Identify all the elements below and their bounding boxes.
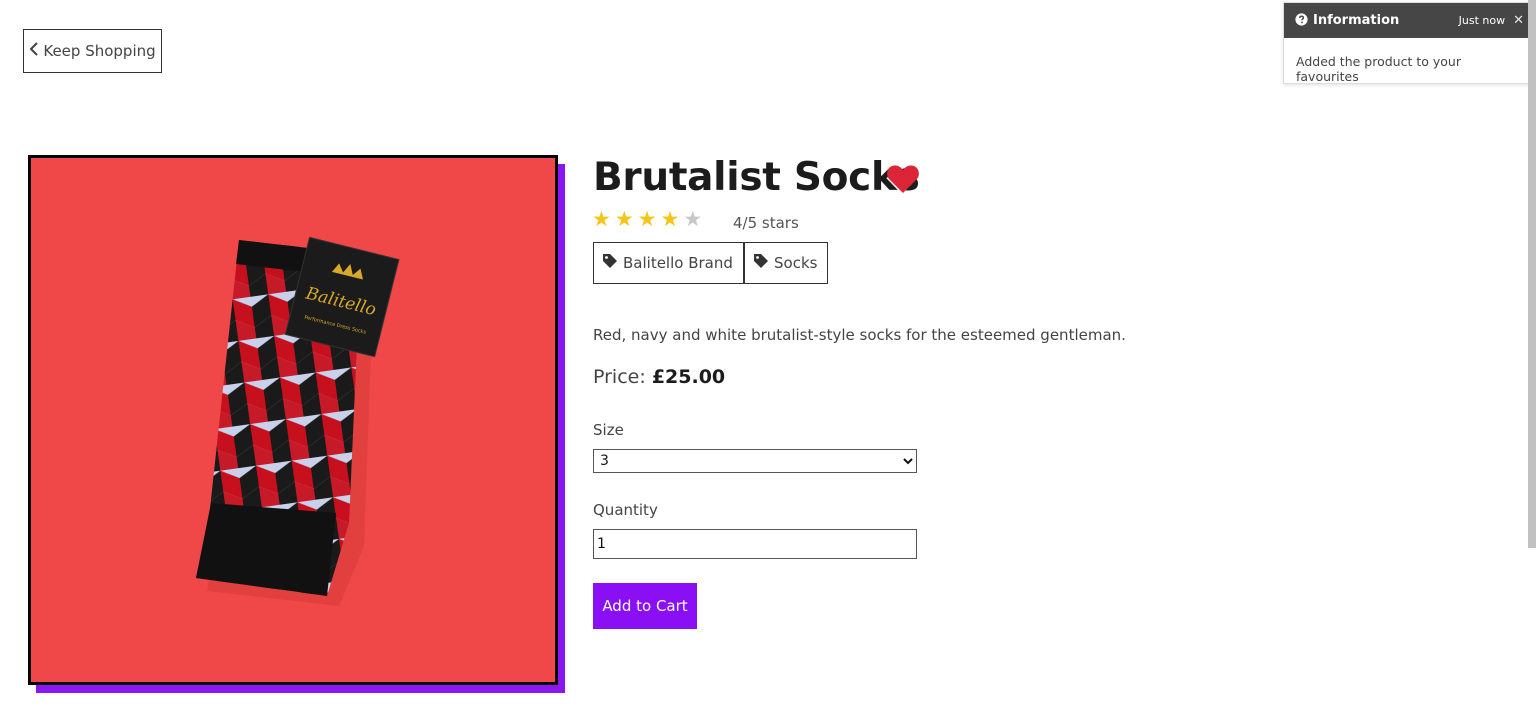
close-icon[interactable]: ✕	[1513, 13, 1524, 28]
scrollbar[interactable]	[1528, 0, 1536, 548]
size-select[interactable]: 3	[593, 449, 917, 473]
rating-text: 4/5 stars	[733, 214, 799, 232]
rating-stars: ★ ★ ★ ★ ★	[592, 207, 702, 231]
toast-title: Information	[1313, 13, 1400, 28]
keep-shopping-label: Keep Shopping	[43, 42, 156, 60]
tag-icon	[602, 253, 618, 273]
star-empty-icon: ★	[683, 207, 703, 231]
keep-shopping-button[interactable]: Keep Shopping	[23, 29, 162, 73]
size-label: Size	[593, 421, 624, 439]
tag-brand[interactable]: Balitello Brand	[593, 242, 744, 284]
tag-category[interactable]: Socks	[744, 242, 829, 284]
tag-icon	[753, 253, 769, 273]
toast-message: Added the product to your favourites	[1296, 54, 1461, 84]
favourite-heart-icon[interactable]	[886, 163, 920, 194]
tag-label: Balitello Brand	[623, 254, 733, 272]
price-label: Price:	[593, 366, 646, 388]
product-price: Price: £25.00	[593, 366, 725, 388]
question-circle-icon	[1295, 11, 1308, 30]
toast-time: Just now	[1458, 14, 1506, 27]
chevron-left-icon	[29, 42, 39, 60]
star-filled-icon: ★	[660, 207, 680, 231]
quantity-input[interactable]	[593, 529, 917, 559]
tag-label: Socks	[774, 254, 818, 272]
toast-header: Information Just now ✕	[1284, 3, 1534, 38]
product-title: Brutalist Socks	[593, 155, 920, 200]
product-image: Balitello Performance Dress Socks	[28, 155, 558, 685]
product-description: Red, navy and white brutalist-style sock…	[593, 326, 1126, 344]
price-value: £25.00	[651, 366, 726, 388]
star-filled-icon: ★	[614, 207, 634, 231]
add-to-cart-button[interactable]: Add to Cart	[593, 583, 697, 629]
favourite-toast: Information Just now ✕ Added the product…	[1283, 2, 1535, 84]
quantity-label: Quantity	[593, 501, 658, 519]
star-filled-icon: ★	[592, 207, 611, 231]
star-filled-icon: ★	[637, 207, 657, 231]
